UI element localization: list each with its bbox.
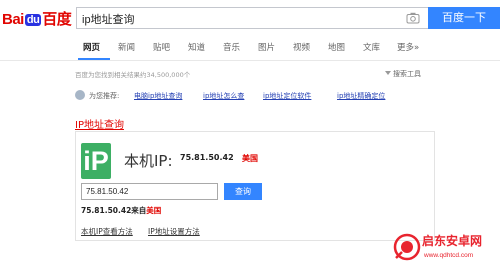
card-title-link[interactable]: IP地址查询 (75, 116, 124, 131)
ip-query-input[interactable]: 75.81.50.42 (81, 183, 218, 200)
search-tools-label: 搜索工具 (393, 70, 421, 78)
paw-icon: du (24, 14, 42, 26)
recommend-label: 为您推荐: (89, 92, 120, 100)
tab-music[interactable]: 音乐 (223, 41, 240, 53)
nav-tabs: 网页 新闻 贴吧 知道 音乐 图片 视频 地图 文库 更多» (0, 38, 500, 58)
tab-zhidao[interactable]: 知道 (188, 41, 205, 53)
search-query[interactable]: ip地址查询 (82, 11, 135, 27)
filter-icon (385, 71, 391, 75)
tab-tieba[interactable]: 贴吧 (153, 41, 170, 53)
header-divider (0, 60, 500, 61)
query-result-location: 美国 (146, 206, 162, 215)
query-result: 75.81.50.42来自美国 (81, 205, 161, 216)
watermark-title: 启东安卓网 (422, 234, 483, 248)
recommend-link[interactable]: ip地址精确定位 (337, 91, 385, 101)
result-count: 百度为您找到相关结果约34,500,000个 (75, 71, 191, 79)
search-tools[interactable]: 搜索工具 (385, 69, 421, 79)
camera-icon[interactable] (406, 12, 420, 24)
site-watermark: 启东安卓网 www.qdhtcd.com (392, 230, 500, 268)
tab-images[interactable]: 图片 (258, 41, 275, 53)
local-ip-country: 美国 (242, 154, 258, 163)
tab-wenku[interactable]: 文库 (363, 41, 380, 53)
recommend-link[interactable]: ip地址定位软件 (263, 91, 311, 101)
query-result-prefix: 75.81.50.42来自 (81, 206, 147, 215)
watermark-logo-icon (393, 233, 421, 261)
recommend-link[interactable]: 电脑ip地址查询 (134, 91, 182, 101)
tab-web[interactable]: 网页 (83, 41, 100, 53)
search-input[interactable]: ip地址查询 (76, 7, 428, 29)
baidu-logo[interactable]: Bai du 百度 (2, 6, 74, 30)
recommend-link[interactable]: ip地址怎么查 (203, 91, 244, 101)
ip-settings-link[interactable]: IP地址设置方法 (148, 226, 200, 237)
local-ip-value: 75.81.50.42 (180, 153, 234, 162)
tab-news[interactable]: 新闻 (118, 41, 135, 53)
recommend-icon (75, 90, 85, 100)
logo-baidu: 百度 (42, 11, 72, 28)
ip-logo-icon: iP (81, 143, 111, 179)
logo-bai: Bai (2, 11, 24, 28)
query-button[interactable]: 查询 (224, 183, 262, 200)
tab-more[interactable]: 更多» (397, 41, 419, 53)
search-button[interactable]: 百度一下 (428, 7, 500, 29)
local-ip-howto-link[interactable]: 本机IP查看方法 (81, 226, 133, 237)
local-ip-label: 本机IP: (124, 152, 173, 170)
tab-video[interactable]: 视频 (293, 41, 310, 53)
tab-map[interactable]: 地图 (328, 41, 345, 53)
watermark-url: www.qdhtcd.com (424, 252, 474, 259)
